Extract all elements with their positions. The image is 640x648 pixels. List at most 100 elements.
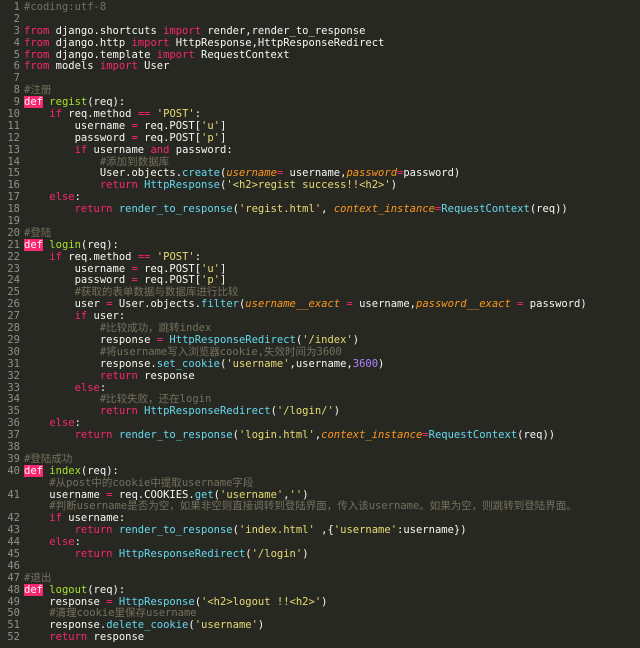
token-txt: ,{ [314,524,334,537]
code-line[interactable]: 46 [0,560,640,573]
token-call: get [194,488,214,501]
token-kw: return [49,631,88,644]
token-txt: req.POST[ [137,131,202,144]
token-com: #coding:utf-8 [24,1,107,13]
token-param: username__exact [245,298,341,311]
token-txt: response [137,369,195,382]
token-txt: req.POST[ [137,274,202,287]
token-str: 'username' [226,357,290,370]
token-com: #添加到数据库 [99,155,170,168]
code-line[interactable]: 1 #coding:utf-8 [0,1,640,14]
code-line[interactable]: 37 return render_to_response('login.html… [0,429,640,442]
code-line[interactable]: 18 return render_to_response('regist.htm… [0,203,640,216]
token-txt: response [24,333,157,346]
token-txt: response [24,595,107,608]
line-number: 41 [7,488,20,501]
line-number: 13 [7,143,20,156]
token-kw: import [131,36,170,49]
token-call: HttpResponse [144,179,220,192]
token-txt: ] [219,131,227,144]
token-kw: == [137,108,151,121]
token-txt: ,username, [289,357,353,370]
token-txt: req.method [61,108,138,121]
token-call: render_to_response [118,203,233,216]
token-txt: username [87,143,151,156]
token-call: create [182,167,220,180]
token-txt: ) [352,333,360,346]
token-call: render_to_response [118,524,233,537]
token-kw: return [99,369,138,382]
token-kw: if [49,108,62,121]
token-txt: ) [321,595,328,608]
code-line[interactable]: 43 return render_to_response('index.html… [0,524,640,537]
token-def: def [24,583,43,596]
token-txt: (req): [80,238,119,251]
token-fn: login [49,238,81,251]
line-number: 8 [13,84,20,97]
token-kw: from [24,36,50,49]
token-call: RequestContext [428,429,518,442]
token-kw: if [49,512,62,525]
token-txt: models [49,60,100,73]
code-editor[interactable]: 1 #coding:utf-8 2 3 from django.shortcuts im… [0,0,640,648]
token-kw: return [74,524,113,537]
token-com: #登陆 [24,226,52,239]
token-txt: ] [219,119,227,132]
token-call: HttpResponseRedirect [144,405,271,418]
code-line[interactable]: 7 [0,72,640,85]
code-line[interactable]: 52 return response [0,631,640,644]
token-param: context_instance [333,203,435,216]
token-txt: User.objects. [112,298,202,311]
code-line[interactable]: 38 [0,441,640,454]
token-kw: from [24,48,50,61]
token-txt: django.template [49,48,157,61]
token-kw: import [163,24,202,37]
token-kw: from [24,60,50,73]
line-number: 30 [7,345,20,358]
code-line[interactable]: 6 from models import User [0,61,640,73]
token-str: '/login/' [276,405,334,418]
token-kw: import [156,48,195,61]
token-com: #注册 [24,84,52,97]
code-line[interactable]: 19 [0,215,640,228]
token-call: HttpResponseRedirect [118,547,246,560]
token-fn: logout [49,583,88,596]
token-str: 'username' [220,488,284,501]
token-kw: return [74,429,113,442]
code-line[interactable]: 45 return HttpResponseRedirect('/login') [0,547,640,561]
token-kw: import [99,60,138,73]
token-param: password [346,167,398,180]
token-txt: username [24,488,107,501]
token-txt: ) [390,179,398,192]
token-txt: django.shortcuts [49,24,164,37]
line-number: 40 [7,464,20,477]
token-txt: ] [219,262,227,275]
code-line[interactable]: 16 return HttpResponse('<h2>regist succe… [0,179,640,192]
line-number: 12 [7,131,20,144]
code-line[interactable]: 35 return HttpResponseRedirect('/login/'… [0,405,640,418]
token-param: password__exact [416,298,511,311]
token-str: 'username' [333,524,398,537]
code-text: return response [24,631,144,644]
token-call: set_cookie [156,357,220,370]
token-txt: password: [169,143,233,156]
line-number: 52 [7,631,20,644]
token-str: 'p' [201,274,220,287]
line-number [0,478,24,490]
token-kw: return [74,203,113,216]
token-call: filter [201,298,239,311]
token-fn: index [49,464,81,477]
token-txt: username [24,262,132,275]
token-kw: return [74,547,113,560]
token-kw: return [99,405,138,418]
token-str: '<h2>logout !!<h2>' [201,595,322,608]
token-def: def [24,464,43,477]
